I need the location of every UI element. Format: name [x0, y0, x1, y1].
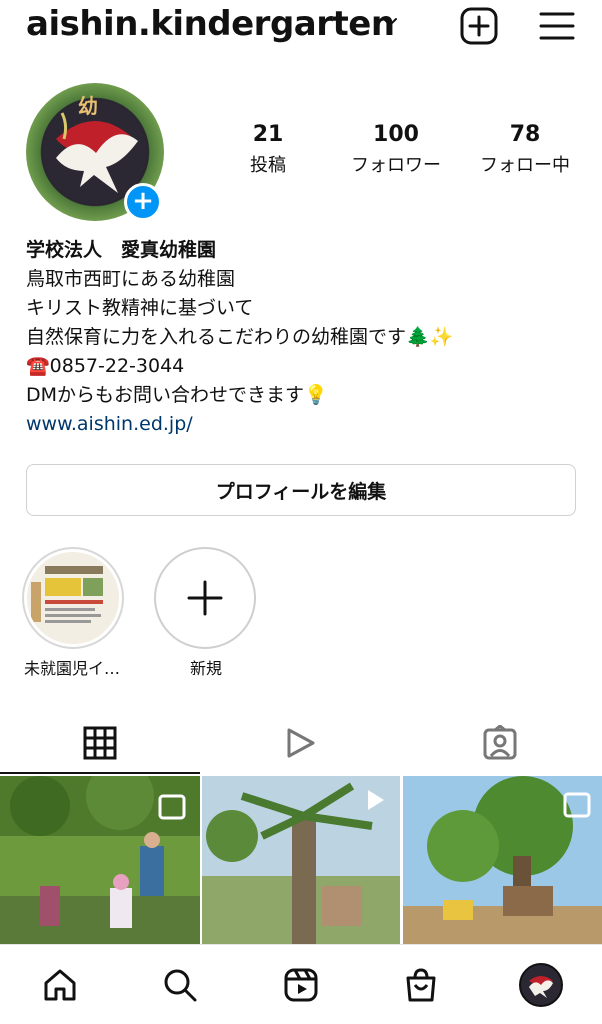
profile-username[interactable]: aishin.kindergarten	[26, 4, 395, 44]
posts-count: 21	[252, 122, 284, 147]
post-thumbnail[interactable]	[202, 776, 400, 944]
highlight-label: 未就園児イ…	[23, 659, 120, 678]
active-tab-indicator	[0, 772, 200, 774]
tagged-icon	[483, 725, 517, 760]
home-icon[interactable]	[40, 965, 80, 1005]
bottom-nav	[0, 944, 602, 1024]
post-thumbnail[interactable]	[403, 776, 602, 944]
bio-line: キリスト教精神に基づいて	[26, 297, 254, 319]
reels-play-icon	[287, 728, 315, 758]
tab-posts-grid[interactable]	[0, 712, 200, 774]
highlight-item[interactable]: 未就園児イ…	[22, 547, 126, 679]
plus-icon	[187, 580, 223, 616]
profile-tabs	[0, 712, 602, 774]
followers-count: 100	[373, 122, 419, 147]
highlight-cover	[27, 552, 119, 644]
following-count: 78	[509, 122, 541, 147]
profile-avatar-nav[interactable]	[519, 963, 563, 1007]
new-post-icon[interactable]	[460, 7, 498, 45]
bio-line: 自然保育に力を入れるこだわりの幼稚園です🌲✨	[26, 326, 454, 348]
menu-icon[interactable]	[538, 8, 576, 44]
posts-label: 投稿	[250, 155, 286, 176]
bio-website-link[interactable]: www.aishin.ed.jp/	[26, 410, 586, 439]
followers-stat[interactable]: 100 フォロワー	[336, 122, 456, 177]
highlight-label: 新規	[189, 659, 222, 678]
add-story-button[interactable]: +	[124, 183, 162, 221]
tab-tagged[interactable]	[400, 712, 600, 774]
bio-line: DMからもお問い合わせできます💡	[26, 384, 328, 406]
post-thumbnail[interactable]	[0, 776, 200, 944]
profile-name: 学校法人 愛真幼稚園	[26, 239, 217, 261]
posts-stat[interactable]: 21 投稿	[228, 122, 308, 177]
following-label: フォロー中	[480, 155, 570, 176]
reels-icon[interactable]	[281, 965, 321, 1005]
bio-line: 鳥取市西町にある幼稚園	[26, 268, 236, 290]
tab-reels[interactable]	[200, 712, 400, 774]
edit-profile-button[interactable]: プロフィールを編集	[26, 464, 576, 516]
shop-icon[interactable]	[401, 965, 441, 1005]
new-highlight-button[interactable]: 新規	[154, 547, 258, 679]
svg-text:幼: 幼	[78, 94, 98, 118]
search-icon[interactable]	[160, 965, 200, 1005]
following-stat[interactable]: 78 フォロー中	[468, 122, 582, 177]
bio-phone[interactable]: ☎️0857-22-3044	[26, 352, 586, 381]
grid-icon	[83, 726, 117, 760]
bio: 学校法人 愛真幼稚園 鳥取市西町にある幼稚園 キリスト教精神に基づいて 自然保育…	[26, 236, 586, 439]
chevron-down-icon[interactable]	[380, 14, 400, 30]
followers-label: フォロワー	[351, 155, 441, 176]
